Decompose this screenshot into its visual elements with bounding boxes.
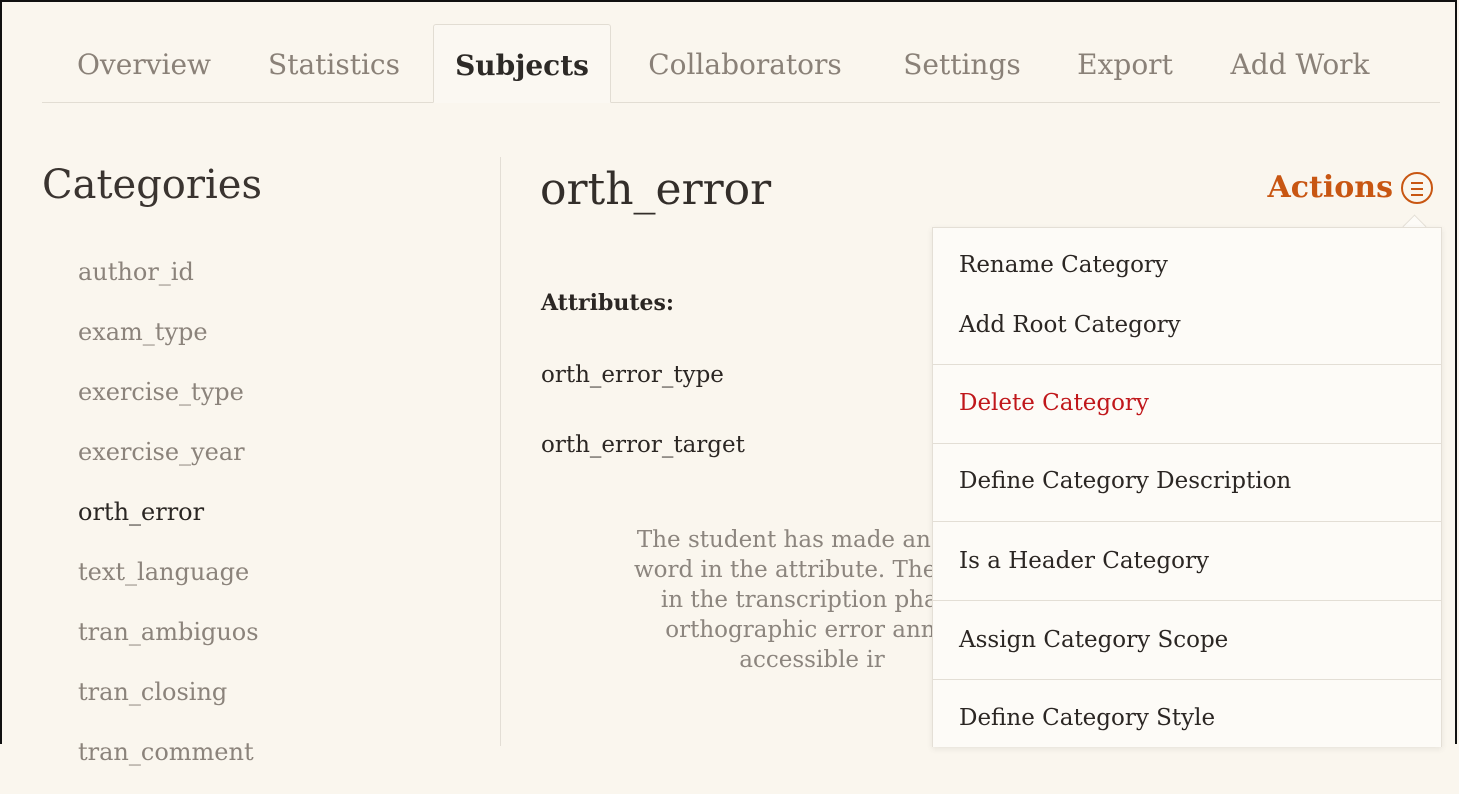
menu-separator xyxy=(933,364,1441,365)
category-item-exam-type[interactable]: exam_type xyxy=(78,314,259,374)
menu-item-is-header-category[interactable]: Is a Header Category xyxy=(959,548,1209,574)
tab-statistics[interactable]: Statistics xyxy=(254,24,414,102)
tab-overview[interactable]: Overview xyxy=(64,24,224,102)
attributes-label: Attributes: xyxy=(541,290,674,316)
category-list: author_id exam_type exercise_type exerci… xyxy=(78,254,259,794)
category-item-exercise-type[interactable]: exercise_type xyxy=(78,374,259,434)
menu-separator xyxy=(933,443,1441,444)
actions-button[interactable]: Actions xyxy=(1267,170,1433,205)
category-title: orth_error xyxy=(540,164,772,215)
menu-separator xyxy=(933,600,1441,601)
category-item-text-language[interactable]: text_language xyxy=(78,554,259,614)
menu-item-rename-category[interactable]: Rename Category xyxy=(959,252,1168,278)
actions-menu: Rename Category Add Root Category Delete… xyxy=(932,227,1442,747)
app-frame: Overview Statistics Subjects Collaborato… xyxy=(0,0,1457,766)
menu-item-assign-category-scope[interactable]: Assign Category Scope xyxy=(959,627,1228,653)
actions-label: Actions xyxy=(1267,170,1393,205)
category-item-tran-comment[interactable]: tran_comment xyxy=(78,734,259,794)
categories-heading: Categories xyxy=(42,162,262,208)
sidebar-divider xyxy=(500,157,501,746)
category-item-orth-error[interactable]: orth_error xyxy=(78,494,259,554)
category-item-tran-ambiguos[interactable]: tran_ambiguos xyxy=(78,614,259,674)
tab-settings[interactable]: Settings xyxy=(888,24,1036,102)
tab-subjects[interactable]: Subjects xyxy=(433,24,611,103)
menu-item-delete-category[interactable]: Delete Category xyxy=(959,390,1149,416)
category-item-author-id[interactable]: author_id xyxy=(78,254,259,314)
tab-add-work[interactable]: Add Work xyxy=(1212,24,1388,102)
category-item-tran-closing[interactable]: tran_closing xyxy=(78,674,259,734)
menu-item-define-category-description[interactable]: Define Category Description xyxy=(959,468,1291,494)
attribute-item: orth_error_target xyxy=(541,432,745,458)
tab-export[interactable]: Export xyxy=(1064,24,1186,102)
menu-separator xyxy=(933,679,1441,680)
attribute-item: orth_error_type xyxy=(541,362,724,388)
tab-collaborators[interactable]: Collaborators xyxy=(634,24,856,102)
menu-separator xyxy=(933,521,1441,522)
hamburger-circle-icon xyxy=(1401,171,1433,204)
tab-bar: Overview Statistics Subjects Collaborato… xyxy=(42,24,1440,103)
menu-item-define-category-style[interactable]: Define Category Style xyxy=(959,705,1215,731)
category-item-exercise-year[interactable]: exercise_year xyxy=(78,434,259,494)
menu-item-add-root-category[interactable]: Add Root Category xyxy=(959,312,1181,338)
